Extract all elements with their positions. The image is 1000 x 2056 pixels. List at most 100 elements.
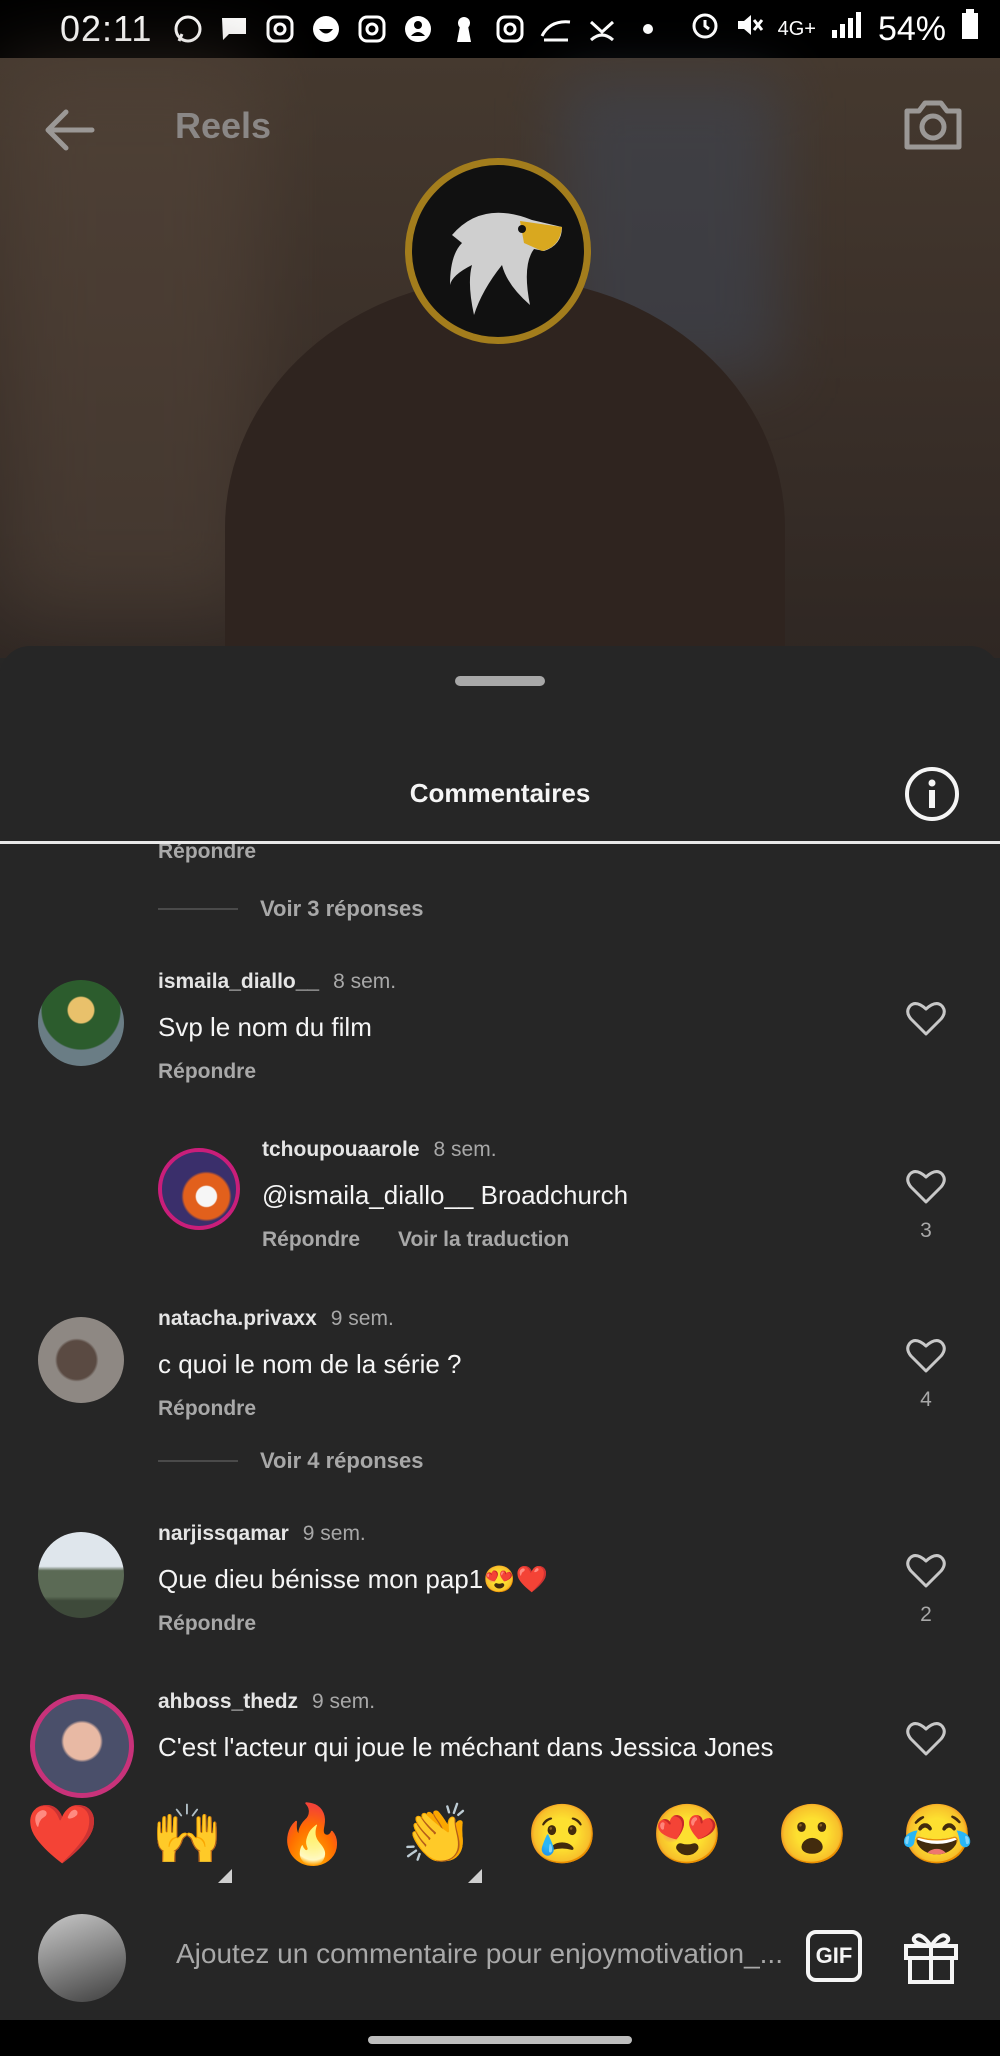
drag-handle[interactable]	[455, 676, 545, 686]
emoji-surprised[interactable]: 😮	[750, 1801, 875, 1869]
view-replies-button[interactable]: Voir 4 réponses	[158, 1448, 423, 1474]
comment-actions: Répondre	[158, 1060, 256, 1084]
status-right: 4G+ 54%	[690, 8, 980, 50]
comment-header: tchoupouaarole 8 sem.	[262, 1138, 497, 1162]
instagram-icon	[356, 13, 388, 45]
whatsapp-icon	[172, 13, 204, 45]
keyhole-icon	[448, 13, 480, 45]
reply-button[interactable]: Répondre	[158, 1612, 256, 1636]
missed-call-icon	[586, 13, 618, 45]
arrow-left-icon	[45, 109, 95, 151]
reply-button[interactable]: Répondre	[158, 1397, 256, 1421]
camera-button[interactable]	[901, 93, 965, 157]
emoji-laughing[interactable]: 😂	[875, 1801, 1000, 1869]
message-icon	[218, 13, 250, 45]
like-count: 4	[920, 1388, 932, 1411]
signal-icon	[830, 10, 864, 49]
username[interactable]: ahboss_thedz	[158, 1690, 298, 1713]
username[interactable]: ismaila_diallo__	[158, 970, 319, 993]
comment-text: @ismaila_diallo__ Broadchurch	[262, 1180, 629, 1210]
status-time: 02:11	[60, 8, 153, 49]
gif-button[interactable]: GIF	[806, 1930, 862, 1982]
like-button[interactable]: 2	[902, 1552, 950, 1627]
dot-icon	[632, 13, 664, 45]
instagram-icon	[494, 13, 526, 45]
heart-icon	[906, 1722, 946, 1756]
emoji-glyph: 👏	[401, 1802, 474, 1867]
comment-header: ahboss_thedz 9 sem.	[158, 1690, 375, 1714]
like-button[interactable]: 4	[902, 1337, 950, 1412]
like-button[interactable]	[902, 1720, 950, 1761]
comment-actions: Répondre	[158, 1397, 256, 1421]
my-avatar	[38, 1914, 126, 2002]
avatar[interactable]	[38, 1317, 124, 1403]
username[interactable]: tchoupouaarole	[262, 1138, 420, 1161]
skin-tone-indicator	[218, 1869, 232, 1883]
heart-icon	[906, 1002, 946, 1036]
back-button[interactable]	[40, 100, 100, 160]
notification-icons	[172, 13, 664, 45]
comment-input[interactable]: Ajoutez un commentaire pour enjoymotivat…	[176, 1938, 783, 1970]
username[interactable]: natacha.privaxx	[158, 1307, 317, 1330]
comment-time: 8 sem.	[433, 1138, 497, 1161]
info-icon	[905, 767, 959, 821]
eagle-icon	[450, 212, 562, 315]
emoji-heart-eyes[interactable]: 😍	[625, 1801, 750, 1869]
view-replies-label: Voir 4 réponses	[260, 1448, 424, 1473]
comment-text: Svp le nom du film	[158, 1012, 372, 1042]
avatar[interactable]	[38, 1532, 124, 1618]
heart-icon	[906, 1339, 946, 1373]
comment-time: 9 sem.	[312, 1690, 376, 1713]
sheet-title: Commentaires	[409, 778, 591, 808]
emoji-raising-hands[interactable]: 🙌	[125, 1801, 250, 1883]
divider-line	[158, 908, 238, 910]
system-nav-bar	[0, 2020, 1000, 2056]
comment-actions: Répondre Voir la traduction	[262, 1228, 569, 1252]
comment-actions: Répondre	[158, 1612, 256, 1636]
comment-composer: Ajoutez un commentaire pour enjoymotivat…	[0, 1900, 1000, 2020]
battery-icon	[960, 8, 980, 50]
comment-text: c quoi le nom de la série ?	[158, 1349, 462, 1379]
emoji-clap[interactable]: 👏	[375, 1801, 500, 1883]
battery-percent: 54%	[877, 9, 946, 48]
status-bar: 02:11 4G+ 54%	[0, 0, 1000, 58]
like-count: 2	[920, 1603, 932, 1626]
camera-icon	[904, 100, 962, 150]
info-button[interactable]	[904, 766, 960, 822]
reply-button[interactable]: Répondre	[158, 844, 256, 864]
avatar[interactable]	[158, 1148, 240, 1230]
comment-time: 9 sem.	[330, 1307, 394, 1330]
signal-app-icon	[540, 13, 572, 45]
username[interactable]: narjissqamar	[158, 1522, 289, 1545]
heart-icon	[906, 1554, 946, 1588]
home-indicator[interactable]	[368, 2036, 632, 2044]
instagram-icon	[264, 13, 296, 45]
comment-header: natacha.privaxx 9 sem.	[158, 1307, 394, 1331]
emoji-crying[interactable]: 😢	[500, 1801, 625, 1869]
gift-icon	[904, 1933, 958, 1984]
comment-time: 8 sem.	[333, 970, 397, 993]
reply-button[interactable]: Répondre	[158, 1060, 256, 1084]
alarm-icon	[690, 10, 720, 49]
like-button[interactable]	[902, 1000, 950, 1041]
comment-time: 9 sem.	[302, 1522, 366, 1545]
translate-button[interactable]: Voir la traduction	[398, 1228, 569, 1252]
skin-tone-indicator	[468, 1869, 482, 1883]
avatar[interactable]	[38, 980, 124, 1066]
account-logo[interactable]	[405, 158, 591, 344]
gift-button[interactable]	[900, 1926, 962, 1986]
contact-icon	[402, 13, 434, 45]
emoji-heart[interactable]: ❤️	[0, 1801, 125, 1869]
reply-button[interactable]: Répondre	[262, 1228, 360, 1252]
view-replies-button[interactable]: Voir 3 réponses	[158, 896, 423, 922]
emoji-bar: ❤️ 🙌 🔥 👏 😢 😍 😮 😂	[0, 1770, 1000, 1900]
mute-icon	[734, 10, 764, 49]
comment-header: ismaila_diallo__ 8 sem.	[158, 970, 396, 994]
comment-text: C'est l'acteur qui joue le méchant dans …	[158, 1732, 774, 1762]
like-button[interactable]: 3	[902, 1168, 950, 1243]
heart-icon	[906, 1170, 946, 1204]
emoji-fire[interactable]: 🔥	[250, 1801, 375, 1869]
network-label: 4G+	[777, 18, 816, 40]
comment-text: Que dieu bénisse mon pap1😍❤️	[158, 1564, 548, 1594]
page-title: Reels	[175, 105, 272, 146]
